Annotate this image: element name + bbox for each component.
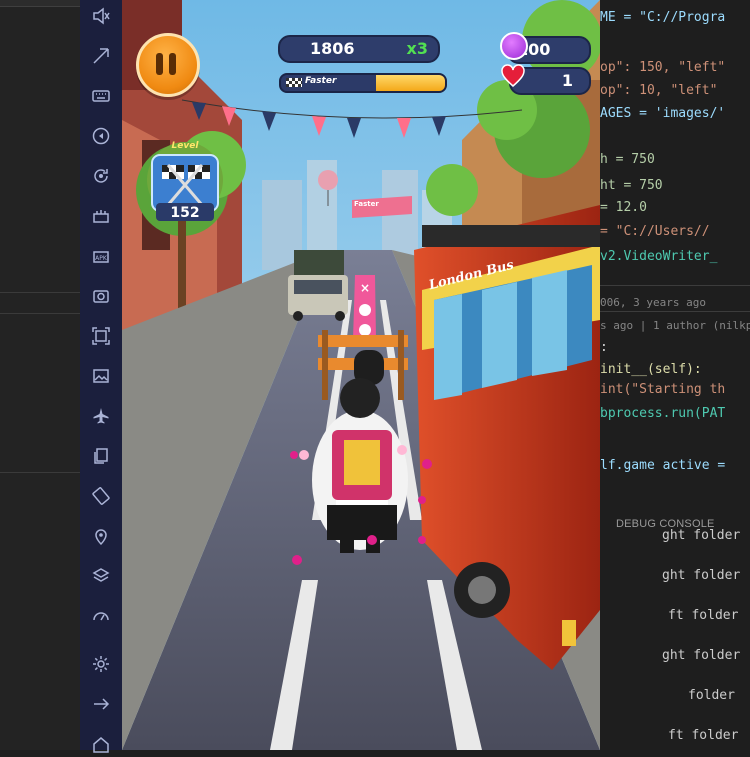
console-output-line: ft folder	[668, 728, 739, 743]
airplane-icon[interactable]	[88, 403, 114, 429]
refresh-icon[interactable]	[88, 163, 114, 189]
screenshot-icon[interactable]	[88, 203, 114, 229]
level-number: 152	[170, 205, 200, 221]
location-icon[interactable]	[88, 523, 114, 549]
multiplier-value: x3	[406, 39, 428, 58]
code-line: int("Starting th	[600, 382, 726, 397]
code-line: op": 10, "left"	[600, 83, 718, 98]
apk-icon[interactable]: APK	[88, 243, 114, 269]
faster-progress-bar: Faster	[279, 73, 447, 93]
image-icon[interactable]	[88, 363, 114, 389]
faster-progress-fill	[376, 75, 445, 91]
code-line: lf.game active =	[600, 458, 726, 473]
multi-instance-icon[interactable]	[88, 443, 114, 469]
play-record-icon[interactable]	[88, 123, 114, 149]
pause-button[interactable]	[136, 33, 200, 97]
code-line: h = 750	[600, 152, 655, 167]
console-output-line: ft folder	[668, 608, 739, 623]
left-panel-divider	[0, 313, 80, 314]
left-panel-top-bar	[0, 0, 80, 7]
gem-icon	[500, 32, 528, 60]
svg-text:×: ×	[360, 281, 370, 295]
emulator-side-toolbar: APK	[80, 0, 123, 753]
fullscreen-icon[interactable]	[88, 323, 114, 349]
game-scene-art: ×	[122, 0, 600, 750]
score-value: 1806	[310, 39, 355, 58]
settings-icon[interactable]	[88, 651, 114, 677]
left-panel-divider	[0, 292, 80, 293]
level-title: Level	[171, 141, 199, 151]
game-viewport[interactable]: × 1806 x3 Faster 100 1 Level 152 London …	[122, 0, 600, 750]
banner-text: Faster	[354, 200, 379, 208]
checkered-flag-icon	[286, 78, 302, 87]
layers-icon[interactable]	[88, 563, 114, 589]
code-line: = "C://Users//	[600, 224, 710, 239]
console-output-line: ght folder	[662, 648, 741, 663]
level-badge: Level 152	[146, 135, 224, 225]
back-arrow-icon[interactable]	[88, 691, 114, 717]
code-line: op": 150, "left"	[600, 60, 726, 75]
svg-text:APK: APK	[95, 255, 108, 262]
code-line: v2.VideoWriter_	[600, 249, 718, 264]
code-line: init__(self):	[600, 362, 702, 377]
pause-bar	[156, 53, 163, 75]
home-icon[interactable]	[88, 731, 114, 757]
editor-divider	[600, 311, 750, 312]
lives-count: 1	[561, 71, 573, 90]
console-output-line: folder	[688, 688, 735, 703]
code-line: ME = "C://Progra	[600, 10, 726, 25]
score-display: 1806 x3	[278, 35, 440, 63]
code-line: ht = 750	[600, 178, 663, 193]
heart-icon	[501, 64, 525, 87]
keyboard-icon[interactable]	[88, 83, 114, 109]
code-line: :	[600, 340, 608, 355]
pause-bar	[169, 53, 176, 75]
code-line: AGES = 'images/'	[600, 106, 726, 121]
camera-icon[interactable]	[88, 283, 114, 309]
editor-divider	[600, 285, 750, 286]
debug-console-panel[interactable]: DEBUG CONSOLE ght folder ght folder ft fol…	[600, 508, 750, 750]
performance-icon[interactable]	[88, 603, 114, 629]
code-line: 006, 3 years ago	[600, 296, 706, 309]
code-line: = 12.0	[600, 200, 647, 215]
console-output-line: ght folder	[662, 528, 741, 543]
code-line: bprocess.run(PAT	[600, 406, 726, 421]
pin-icon[interactable]	[88, 43, 114, 69]
code-editor[interactable]: ME = "C://Progra op": 150, "left" op": 10,…	[600, 0, 750, 750]
volume-icon[interactable]	[88, 3, 114, 29]
left-panel-divider	[0, 472, 80, 473]
faster-label: Faster	[305, 76, 337, 86]
console-output-line: ght folder	[662, 568, 741, 583]
rotate-icon[interactable]	[88, 483, 114, 509]
desktop-left-panel	[0, 0, 80, 750]
code-line: s ago | 1 author (nilkp00	[600, 319, 750, 332]
